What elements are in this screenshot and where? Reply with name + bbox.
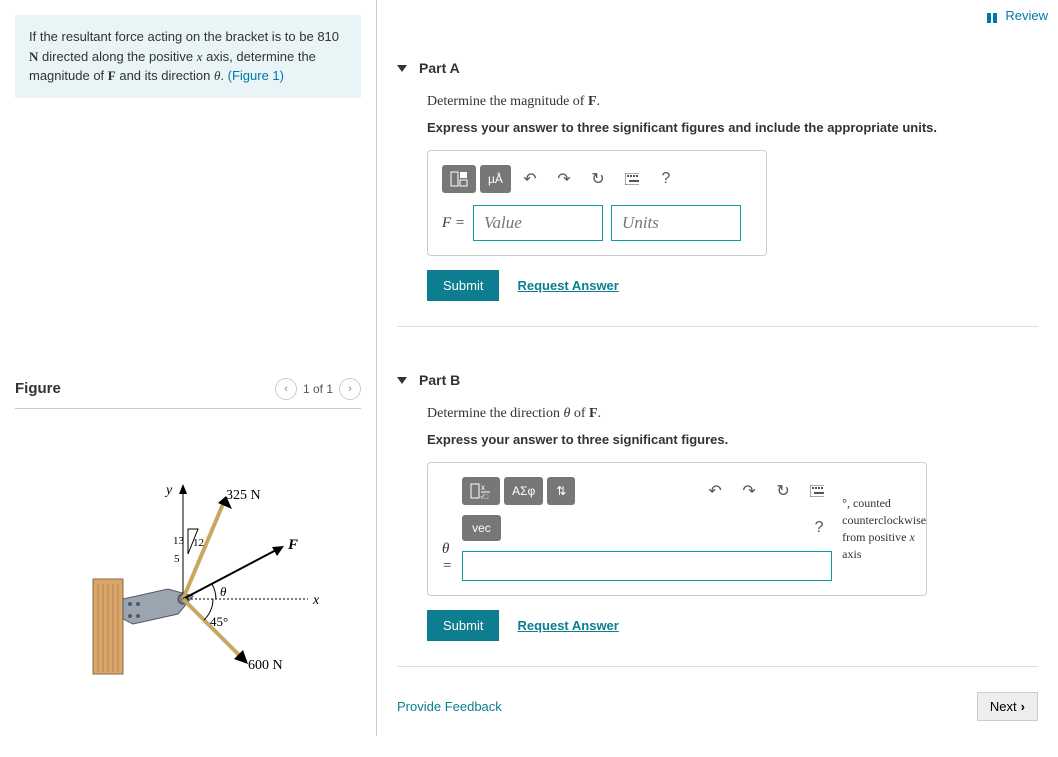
redo-icon[interactable]: ↷ (734, 477, 764, 505)
svg-text:x: x (312, 593, 320, 608)
chevron-right-icon: › (1021, 699, 1025, 714)
svg-text:y: y (164, 483, 173, 498)
keyboard-icon[interactable] (617, 165, 647, 193)
part-b-instructions: Express your answer to three significant… (427, 432, 1038, 447)
svg-text:13: 13 (173, 535, 185, 547)
part-a-eq-label: F = (442, 215, 465, 232)
part-b-answer-box: θ = x√□ ΑΣφ ⇅ ↶ (427, 462, 927, 596)
figure-diagram: y x 325 N 13 12 5 F (15, 424, 361, 687)
svg-text:45°: 45° (210, 614, 228, 629)
next-button[interactable]: Next › (977, 692, 1038, 721)
collapse-icon[interactable] (397, 65, 407, 72)
svg-text:√□: √□ (480, 493, 489, 499)
part-a-instructions: Express your answer to three significant… (427, 120, 1038, 135)
part-b-title: Part B (419, 372, 460, 388)
part-b-prompt: Determine the direction θ of F. (427, 406, 1038, 422)
review-link[interactable]: Review (987, 8, 1048, 23)
figure-link[interactable]: (Figure 1) (228, 68, 284, 83)
units-input[interactable] (611, 205, 741, 241)
part-a-title: Part A (419, 60, 460, 76)
part-a-submit-button[interactable]: Submit (427, 270, 499, 301)
part-b-request-answer-link[interactable]: Request Answer (517, 618, 618, 633)
undo-icon[interactable]: ↶ (515, 165, 545, 193)
part-b: Part B Determine the direction θ of F. E… (397, 372, 1038, 667)
svg-text:12: 12 (193, 537, 204, 549)
svg-text:600 N: 600 N (248, 658, 283, 673)
greek-button[interactable]: ΑΣφ (504, 477, 543, 505)
reset-icon[interactable]: ↻ (768, 477, 798, 505)
part-a: Part A Determine the magnitude of F. Exp… (397, 60, 1038, 327)
part-b-eq-label: θ = (442, 541, 452, 575)
provide-feedback-link[interactable]: Provide Feedback (397, 699, 502, 714)
part-b-submit-button[interactable]: Submit (427, 610, 499, 641)
svg-text:325 N: 325 N (226, 488, 261, 503)
help-icon[interactable]: ? (651, 165, 681, 193)
part-b-hint: °, counted counterclockwise from positiv… (842, 495, 926, 562)
part-a-answer-box: µÅ ↶ ↷ ↻ ? F = (427, 150, 767, 256)
review-icon (987, 11, 1001, 21)
arrows-icon[interactable]: ⇅ (547, 477, 575, 505)
svg-text:x: x (481, 483, 485, 492)
template-icon[interactable] (442, 165, 476, 193)
figure-next-button[interactable]: › (339, 378, 361, 400)
figure-title: Figure (15, 380, 61, 397)
units-button[interactable]: µÅ (480, 165, 511, 193)
figure-prev-button[interactable]: ‹ (275, 378, 297, 400)
figure-counter: 1 of 1 (303, 382, 333, 396)
vec-button[interactable]: vec (462, 515, 501, 541)
keyboard-icon[interactable] (802, 477, 832, 505)
undo-icon[interactable]: ↶ (700, 477, 730, 505)
svg-text:θ: θ (220, 584, 227, 599)
svg-text:F: F (287, 537, 298, 553)
part-a-request-answer-link[interactable]: Request Answer (517, 278, 618, 293)
redo-icon[interactable]: ↷ (549, 165, 579, 193)
problem-statement: If the resultant force acting on the bra… (15, 15, 361, 98)
help-icon[interactable]: ? (806, 519, 832, 537)
format-icon[interactable]: x√□ (462, 477, 500, 505)
svg-text:5: 5 (174, 553, 180, 565)
value-input[interactable] (473, 205, 603, 241)
collapse-icon[interactable] (397, 377, 407, 384)
theta-input[interactable] (462, 551, 832, 581)
reset-icon[interactable]: ↻ (583, 165, 613, 193)
part-a-prompt: Determine the magnitude of F. (427, 94, 1038, 110)
